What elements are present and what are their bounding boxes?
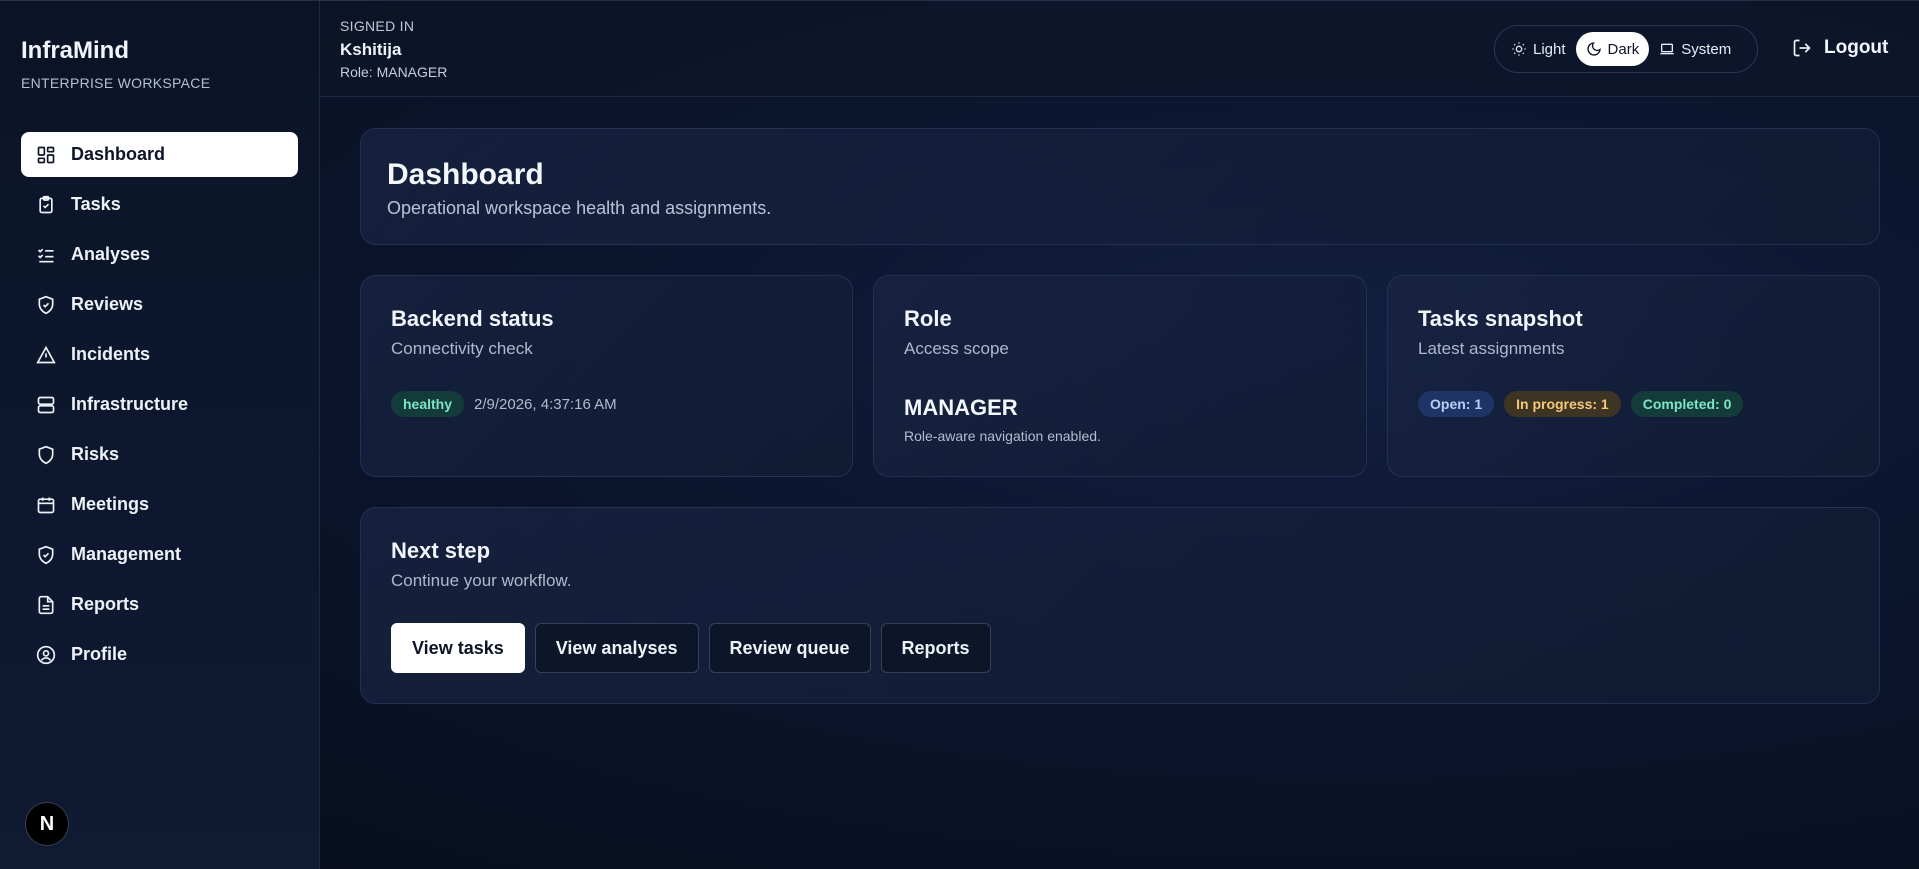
user-circle-icon <box>36 645 56 665</box>
sidebar-item-label: Management <box>71 544 182 564</box>
logout-icon <box>1793 39 1811 57</box>
alert-triangle-icon <box>36 345 56 365</box>
sidebar-item-incidents[interactable]: Incidents <box>21 332 298 377</box>
role-value: MANAGER <box>904 395 1018 420</box>
completed-count-badge: Completed: 0 <box>1630 391 1744 417</box>
theme-system-button[interactable]: System <box>1649 32 1741 66</box>
top-header: SIGNED IN Kshitija Role: MANAGER Light D… <box>320 1 1919 97</box>
review-queue-button[interactable]: Review queue <box>708 623 871 673</box>
status-row: healthy 2/9/2026, 4:37:16 AM <box>391 391 617 417</box>
sidebar-item-label: Reports <box>71 594 140 614</box>
moon-icon <box>1586 42 1601 56</box>
brand-subtitle: ENTERPRISE WORKSPACE <box>21 75 211 91</box>
card-title: Next step <box>391 538 491 563</box>
theme-dark-button[interactable]: Dark <box>1575 32 1650 66</box>
laptop-icon <box>1660 43 1674 55</box>
dashboard-icon <box>36 145 56 165</box>
card-title: Role <box>904 306 952 331</box>
role-card: Role Access scope MANAGER Role-aware nav… <box>873 275 1367 477</box>
sidebar-item-profile[interactable]: Profile <box>21 632 298 677</box>
next-step-card: Next step Continue your workflow. View t… <box>360 507 1880 704</box>
card-subtitle: Latest assignments <box>1418 339 1565 358</box>
sidebar-item-tasks[interactable]: Tasks <box>21 182 298 227</box>
shield-check-icon <box>36 545 56 565</box>
dashboard-hero-card: Dashboard Operational workspace health a… <box>360 128 1880 245</box>
shield-check-icon <box>36 295 56 315</box>
user-role: Role: MANAGER <box>340 64 448 80</box>
view-tasks-button[interactable]: View tasks <box>391 623 525 673</box>
open-count-badge: Open: 1 <box>1418 391 1495 417</box>
theme-system-label: System <box>1681 40 1732 58</box>
sidebar-item-infrastructure[interactable]: Infrastructure <box>21 382 298 427</box>
next-step-actions: View tasks View analyses Review queue Re… <box>391 623 991 673</box>
brand-name: InfraMind <box>21 37 129 64</box>
signed-in-label: SIGNED IN <box>340 18 415 34</box>
server-icon <box>36 395 56 415</box>
sidebar-nav: Dashboard Tasks Analyses Reviews Inciden… <box>21 132 298 677</box>
in-progress-count-badge: In progress: 1 <box>1504 391 1621 417</box>
sidebar-item-label: Profile <box>71 644 128 664</box>
sidebar-item-label: Dashboard <box>71 144 166 164</box>
sidebar-item-label: Analyses <box>71 244 151 264</box>
page-title: Dashboard <box>387 158 544 191</box>
sidebar-item-reports[interactable]: Reports <box>21 582 298 627</box>
sidebar-item-label: Meetings <box>71 494 150 514</box>
card-title: Tasks snapshot <box>1418 306 1583 331</box>
sidebar-item-label: Reviews <box>71 294 144 314</box>
shield-icon <box>36 445 56 465</box>
calendar-icon <box>36 495 56 515</box>
theme-light-button[interactable]: Light <box>1501 32 1576 66</box>
page-subtitle: Operational workspace health and assignm… <box>387 198 772 218</box>
user-name: Kshitija <box>340 40 402 59</box>
dev-badge[interactable]: N <box>25 802 69 846</box>
theme-switcher: Light Dark System <box>1494 25 1758 73</box>
view-analyses-button[interactable]: View analyses <box>534 623 699 673</box>
card-title: Backend status <box>391 306 554 331</box>
sidebar-item-label: Incidents <box>71 344 151 364</box>
sidebar: InfraMind ENTERPRISE WORKSPACE Dashboard… <box>0 1 320 869</box>
status-timestamp: 2/9/2026, 4:37:16 AM <box>474 395 617 413</box>
theme-light-label: Light <box>1533 40 1566 58</box>
card-subtitle: Continue your workflow. <box>391 571 572 590</box>
sidebar-item-management[interactable]: Management <box>21 532 298 577</box>
sidebar-item-label: Risks <box>71 444 120 464</box>
card-subtitle: Connectivity check <box>391 339 533 358</box>
reports-button[interactable]: Reports <box>880 623 991 673</box>
sidebar-item-meetings[interactable]: Meetings <box>21 482 298 527</box>
theme-dark-label: Dark <box>1607 40 1640 58</box>
role-note: Role-aware navigation enabled. <box>904 428 1101 444</box>
file-text-icon <box>36 595 56 615</box>
sun-icon <box>1512 42 1526 56</box>
status-badge: healthy <box>391 391 465 417</box>
app-root: InfraMind ENTERPRISE WORKSPACE Dashboard… <box>0 0 1919 869</box>
checklist-icon <box>36 245 56 265</box>
sidebar-item-label: Tasks <box>71 194 121 214</box>
sidebar-item-dashboard[interactable]: Dashboard <box>21 132 298 177</box>
card-subtitle: Access scope <box>904 339 1009 358</box>
logout-label: Logout <box>1824 37 1889 58</box>
clipboard-icon <box>36 195 56 215</box>
backend-status-card: Backend status Connectivity check health… <box>360 275 853 477</box>
task-count-badges: Open: 1 In progress: 1 Completed: 0 <box>1418 391 1744 417</box>
sidebar-item-label: Infrastructure <box>71 394 189 414</box>
logout-button[interactable]: Logout <box>1792 37 1888 59</box>
sidebar-item-risks[interactable]: Risks <box>21 432 298 477</box>
sidebar-item-analyses[interactable]: Analyses <box>21 232 298 277</box>
tasks-snapshot-card: Tasks snapshot Latest assignments Open: … <box>1387 275 1880 477</box>
sidebar-item-reviews[interactable]: Reviews <box>21 282 298 327</box>
